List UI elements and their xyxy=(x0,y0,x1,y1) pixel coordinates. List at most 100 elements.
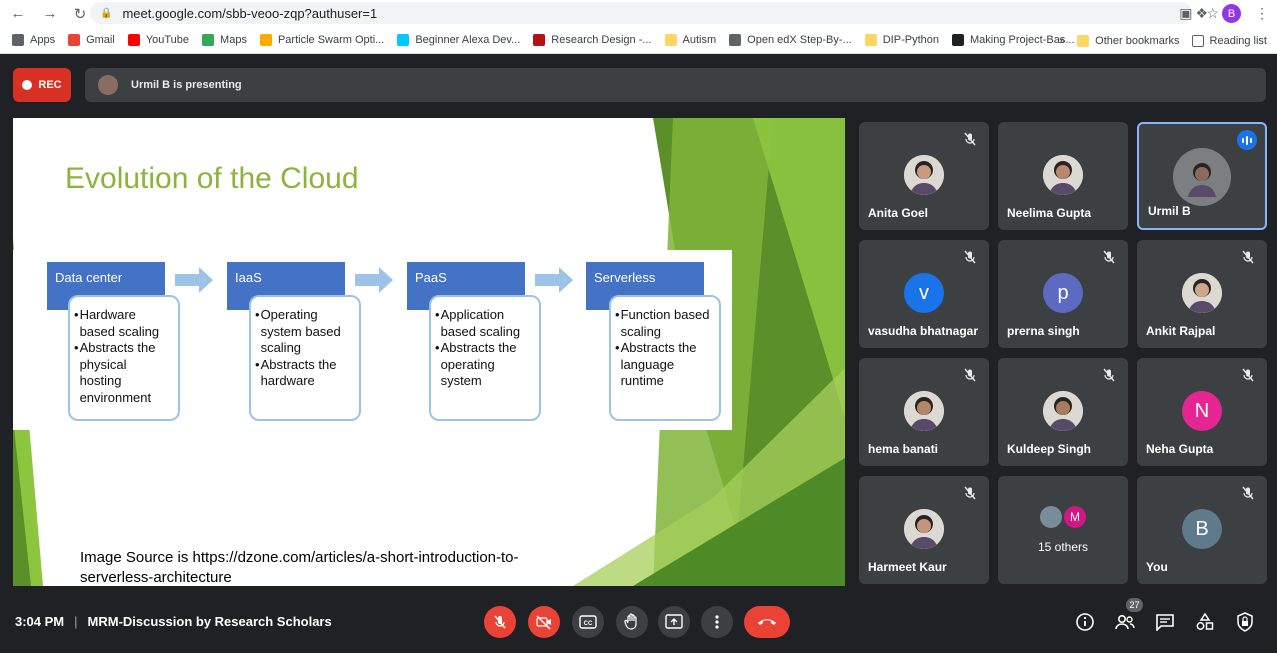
presenter-avatar xyxy=(98,75,118,95)
participant-photo-avatar xyxy=(904,391,944,431)
bullet-item: • Abstracts the hardware xyxy=(255,357,353,390)
participant-tile[interactable]: Anita Goel xyxy=(859,122,989,230)
source-line-2: serverless-architecture xyxy=(80,569,232,586)
participant-initial-avatar: M xyxy=(1064,506,1086,528)
participant-tile[interactable]: Urmil B xyxy=(1137,122,1267,230)
participant-tile[interactable]: p prerna singh xyxy=(998,240,1128,348)
other-bookmarks-label: Other bookmarks xyxy=(1095,34,1180,47)
participant-tile[interactable]: Ankit Rajpal xyxy=(1137,240,1267,348)
bullet-dot-icon: • xyxy=(255,356,260,372)
bookmarks-bar: Apps Gmail YouTube Maps Particle Swarm Opti.… xyxy=(0,27,1277,54)
bookmark-item[interactable]: YouTube xyxy=(127,34,189,46)
bullet-text: Operating system based scaling xyxy=(260,307,341,355)
participant-tile[interactable]: M 15 others xyxy=(998,476,1128,584)
bookmark-label: Beginner Alexa Dev... xyxy=(415,34,521,46)
host-controls-button[interactable] xyxy=(1233,610,1257,634)
other-bookmarks[interactable]: Other bookmarks xyxy=(1077,34,1180,47)
participant-tile[interactable]: hema banati xyxy=(859,358,989,466)
bookmark-item[interactable]: Particle Swarm Opti... xyxy=(259,34,384,46)
lock-icon: 🔒 xyxy=(100,7,113,19)
camera-off-button[interactable] xyxy=(528,606,560,638)
bullet-dot-icon: • xyxy=(615,307,620,322)
participant-tile[interactable]: v vasudha bhatnagar xyxy=(859,240,989,348)
participant-tile[interactable]: B You xyxy=(1137,476,1267,584)
bookmark-label: Apps xyxy=(30,34,56,46)
bookmark-item[interactable]: Gmail xyxy=(68,34,115,46)
info-icon xyxy=(1076,613,1094,631)
meeting-details-button[interactable] xyxy=(1073,610,1097,634)
activities-button[interactable] xyxy=(1193,610,1217,634)
leave-call-button[interactable] xyxy=(744,606,790,638)
site-icon xyxy=(533,34,546,46)
more-options-button[interactable] xyxy=(701,606,733,638)
flame-icon xyxy=(259,34,272,46)
chat-button[interactable] xyxy=(1153,610,1177,634)
stage-bullets: • Application based scaling • Abstracts the… xyxy=(429,295,541,421)
bookmark-item[interactable]: Beginner Alexa Dev... xyxy=(397,34,520,46)
meeting-name: MRM-Discussion by Research Scholars xyxy=(87,614,332,629)
participant-photo-avatar xyxy=(1043,155,1083,195)
participant-name: Kuldeep Singh xyxy=(1007,442,1091,456)
participant-tile[interactable]: Harmeet Kaur xyxy=(859,476,989,584)
bookmark-item[interactable]: Maps xyxy=(202,34,247,46)
camera-icon[interactable]: ▣ xyxy=(1179,5,1192,22)
stage-arrow-icon xyxy=(535,267,573,298)
participant-name: Anita Goel xyxy=(868,206,929,220)
bookmark-label: Open edX Step-By-... xyxy=(747,34,852,46)
mic-muted-icon xyxy=(963,250,979,266)
hangup-icon xyxy=(758,619,776,625)
participant-tile[interactable]: Kuldeep Singh xyxy=(998,358,1128,466)
raise-hand-button[interactable] xyxy=(616,606,648,638)
shield-lock-icon xyxy=(1237,612,1253,632)
participant-name: vasudha bhatnagar xyxy=(868,324,979,338)
image-source: Image Source is https://dzone.com/articl… xyxy=(80,548,600,586)
profile-avatar[interactable]: B xyxy=(1222,4,1241,23)
mic-off-button[interactable] xyxy=(484,606,516,638)
bookmark-item[interactable]: Autism xyxy=(664,34,716,46)
menu-icon[interactable]: ⋮ xyxy=(1255,5,1269,22)
browser-toolbar: ← → ↻ 🔒 meet.google.com/sbb-veoo-zqp?aut… xyxy=(0,0,1277,27)
reload-icon[interactable]: ↻ xyxy=(68,2,92,26)
activities-icon xyxy=(1196,612,1214,630)
bookmark-label: Gmail xyxy=(86,34,115,46)
reading-list[interactable]: Reading list xyxy=(1191,34,1267,47)
participant-photo-avatar xyxy=(1043,391,1083,431)
participant-photo-avatar xyxy=(1182,273,1222,313)
bookmark-item[interactable]: Apps xyxy=(12,34,55,46)
participant-tile[interactable]: Neelima Gupta xyxy=(998,122,1128,230)
bookmarks-overflow-icon[interactable]: » xyxy=(1059,35,1065,47)
present-button[interactable] xyxy=(658,606,690,638)
participant-tile[interactable]: N Neha Gupta xyxy=(1137,358,1267,466)
bookmark-item[interactable]: Open edX Step-By-... xyxy=(729,34,852,46)
apps-grid-icon xyxy=(12,34,24,46)
others-avatars: M xyxy=(1040,506,1086,528)
participant-name: prerna singh xyxy=(1007,324,1080,338)
forward-icon[interactable]: → xyxy=(38,2,62,26)
bullet-item: • Operating system based scaling xyxy=(255,307,353,357)
bookmark-item[interactable]: Research Design -... xyxy=(533,34,652,46)
mic-off-icon xyxy=(494,615,506,629)
extensions-icon[interactable]: ❖ xyxy=(1195,5,1208,22)
bookmark-item[interactable]: DIP-Python xyxy=(864,34,939,46)
gmail-icon xyxy=(68,34,81,46)
bullet-dot-icon: • xyxy=(74,307,79,322)
presenting-text: Urmil B is presenting xyxy=(131,79,242,91)
svg-text:CC: CC xyxy=(584,621,593,627)
stage-arrow-icon xyxy=(175,267,213,298)
captions-button[interactable]: CC xyxy=(572,606,604,638)
people-button[interactable] xyxy=(1113,610,1137,634)
back-icon[interactable]: ← xyxy=(6,2,30,26)
address-bar[interactable]: 🔒 meet.google.com/sbb-veoo-zqp?authuser=… xyxy=(90,2,1192,24)
presentation-slide: Evolution of the Cloud Data center • Hardw… xyxy=(13,118,845,586)
participant-photo-avatar xyxy=(904,509,944,549)
bookmark-item[interactable]: Making Project-Bas... xyxy=(951,34,1075,46)
hb-icon xyxy=(951,34,964,46)
participant-photo-avatar xyxy=(904,155,944,195)
reading-list-icon xyxy=(1191,34,1204,47)
bullet-item: • Abstracts the language runtime xyxy=(615,340,713,390)
hand-icon xyxy=(624,613,637,630)
bullet-item: • Function based scaling xyxy=(615,307,713,340)
mic-muted-icon xyxy=(1102,368,1118,384)
bookmark-label: Research Design -... xyxy=(551,34,652,46)
participant-name: Neelima Gupta xyxy=(1007,206,1092,220)
